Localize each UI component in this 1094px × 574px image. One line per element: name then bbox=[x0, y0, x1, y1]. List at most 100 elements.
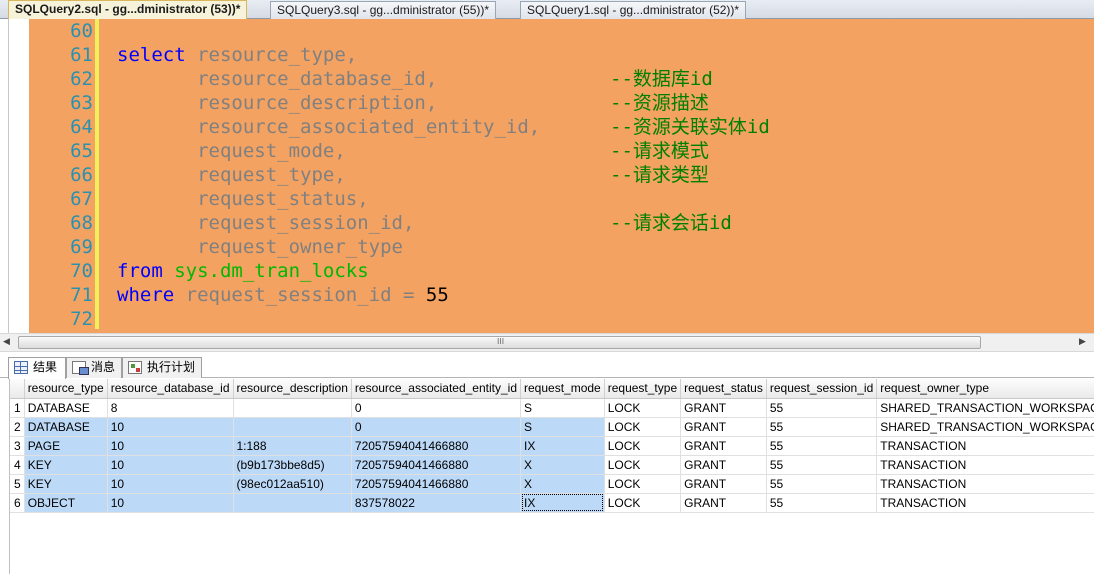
table-row[interactable]: 5 KEY 10 (98ec012aa510) 72057594041466880 X LO… bbox=[10, 474, 1094, 494]
table-cell[interactable]: 55 bbox=[766, 417, 878, 437]
table-row[interactable]: 4 KEY 10 (b9b173bbe8d5) 72057594041466880 X LO… bbox=[10, 455, 1094, 475]
table-cell[interactable]: 55 bbox=[766, 474, 878, 494]
table-cell[interactable]: 10 bbox=[107, 493, 234, 513]
code-line[interactable]: 64 resource_associated_entity_id, --资源关联实… bbox=[0, 115, 1094, 139]
code-line[interactable]: 68 request_session_id, --请求会话id bbox=[0, 211, 1094, 235]
table-cell[interactable]: IX bbox=[520, 436, 605, 456]
row-number[interactable]: 5 bbox=[10, 474, 25, 494]
table-cell[interactable]: TRANSACTION bbox=[876, 493, 1094, 513]
table-cell[interactable]: TRANSACTION bbox=[876, 455, 1094, 475]
table-cell[interactable]: GRANT bbox=[680, 436, 767, 456]
table-cell[interactable]: 55 bbox=[766, 436, 878, 456]
row-number[interactable]: 3 bbox=[10, 436, 25, 456]
table-row[interactable]: 1 DATABASE 8 0 S LOCK GRANT 55 SHARED_TRANSACTIO… bbox=[10, 398, 1094, 418]
table-cell[interactable]: 72057594041466880 bbox=[351, 436, 522, 456]
table-cell[interactable]: 10 bbox=[107, 474, 234, 494]
scroll-left-arrow-icon[interactable]: ◀ bbox=[3, 337, 10, 347]
query-editor[interactable]: 60 61 select resource_type, 62 resource_dat… bbox=[0, 19, 1094, 333]
table-cell[interactable] bbox=[233, 417, 352, 437]
table-cell[interactable]: X bbox=[520, 474, 605, 494]
code-text[interactable]: request_mode, bbox=[117, 139, 346, 163]
column-header[interactable]: resource_database_id bbox=[107, 379, 234, 399]
scroll-right-arrow-icon[interactable]: ▶ bbox=[1079, 337, 1086, 347]
code-text[interactable]: resource_associated_entity_id, bbox=[117, 115, 540, 139]
code-line[interactable]: 66 request_type, --请求类型 bbox=[0, 163, 1094, 187]
table-cell[interactable]: KEY bbox=[24, 455, 108, 475]
column-header[interactable]: request_type bbox=[604, 379, 682, 399]
code-line[interactable]: 61 select resource_type, bbox=[0, 43, 1094, 67]
table-cell[interactable]: 72057594041466880 bbox=[351, 474, 522, 494]
row-number[interactable]: 4 bbox=[10, 455, 25, 475]
table-cell[interactable]: LOCK bbox=[604, 474, 682, 494]
table-cell[interactable]: GRANT bbox=[680, 398, 767, 418]
code-line[interactable]: 65 request_mode, --请求模式 bbox=[0, 139, 1094, 163]
scrollbar-thumb[interactable]: III bbox=[18, 336, 981, 349]
table-cell[interactable] bbox=[233, 493, 352, 513]
code-text[interactable]: request_type, bbox=[117, 163, 346, 187]
table-cell[interactable]: KEY bbox=[24, 474, 108, 494]
table-cell[interactable]: TRANSACTION bbox=[876, 474, 1094, 494]
code-line[interactable]: 62 resource_database_id, --数据库id bbox=[0, 67, 1094, 91]
table-cell[interactable]: GRANT bbox=[680, 455, 767, 475]
code-text[interactable]: resource_description, bbox=[117, 91, 437, 115]
tab-sqlquery2[interactable]: SQLQuery2.sql - gg...dministrator (53))* bbox=[8, 0, 248, 19]
row-number[interactable]: 6 bbox=[10, 493, 25, 513]
table-cell[interactable]: X bbox=[520, 455, 605, 475]
code-text[interactable]: resource_database_id, bbox=[117, 67, 437, 91]
table-cell[interactable]: SHARED_TRANSACTION_WORKSPACE bbox=[876, 398, 1094, 418]
table-cell[interactable]: 0 bbox=[351, 417, 522, 437]
table-cell[interactable]: LOCK bbox=[604, 493, 682, 513]
code-line[interactable]: 69 request_owner_type bbox=[0, 235, 1094, 259]
table-cell[interactable]: LOCK bbox=[604, 455, 682, 475]
results-table[interactable]: resource_type resource_database_id resourc… bbox=[10, 379, 1094, 513]
table-cell[interactable]: SHARED_TRANSACTION_WORKSPACE bbox=[876, 417, 1094, 437]
table-cell[interactable]: LOCK bbox=[604, 398, 682, 418]
table-cell[interactable]: LOCK bbox=[604, 417, 682, 437]
table-cell[interactable]: S bbox=[520, 417, 605, 437]
code-line[interactable]: 70 from sys.dm_tran_locks bbox=[0, 259, 1094, 283]
code-line[interactable]: 67 request_status, bbox=[0, 187, 1094, 211]
code-line[interactable]: 60 bbox=[0, 19, 1094, 43]
table-cell[interactable]: S bbox=[520, 398, 605, 418]
tab-sqlquery1[interactable]: SQLQuery1.sql - gg...dministrator (52))* bbox=[520, 1, 747, 19]
row-number[interactable]: 1 bbox=[10, 398, 25, 418]
column-header[interactable]: resource_type bbox=[24, 379, 108, 399]
tab-sqlquery3[interactable]: SQLQuery3.sql - gg...dministrator (55))* bbox=[270, 1, 497, 19]
code-text[interactable]: where request_session_id = 55 bbox=[117, 283, 449, 307]
code-text[interactable]: request_session_id, bbox=[117, 211, 414, 235]
table-cell[interactable]: OBJECT bbox=[24, 493, 108, 513]
tab-messages[interactable]: 消息 bbox=[66, 357, 122, 378]
table-cell[interactable]: 8 bbox=[107, 398, 234, 418]
table-row[interactable]: 2 DATABASE 10 0 S LOCK GRANT 55 SHARED_TRANSACTI… bbox=[10, 417, 1094, 437]
table-cell[interactable]: PAGE bbox=[24, 436, 108, 456]
table-cell[interactable]: 10 bbox=[107, 436, 234, 456]
column-header[interactable]: request_session_id bbox=[766, 379, 878, 399]
table-row[interactable]: 3 PAGE 10 1:188 72057594041466880 IX LOCK GRANT… bbox=[10, 436, 1094, 456]
table-cell[interactable]: 1:188 bbox=[233, 436, 352, 456]
table-cell[interactable]: 10 bbox=[107, 417, 234, 437]
table-cell[interactable]: LOCK bbox=[604, 436, 682, 456]
column-header[interactable]: request_mode bbox=[520, 379, 605, 399]
table-cell[interactable]: 10 bbox=[107, 455, 234, 475]
table-cell[interactable]: GRANT bbox=[680, 493, 767, 513]
grid-corner[interactable] bbox=[10, 379, 25, 399]
code-line[interactable]: 72 bbox=[0, 307, 1094, 331]
table-cell[interactable]: DATABASE bbox=[24, 417, 108, 437]
table-cell[interactable]: (b9b173bbe8d5) bbox=[233, 455, 352, 475]
code-text[interactable]: request_owner_type bbox=[117, 235, 403, 259]
table-cell[interactable] bbox=[233, 398, 352, 418]
table-cell[interactable]: TRANSACTION bbox=[876, 436, 1094, 456]
table-cell[interactable]: 72057594041466880 bbox=[351, 455, 522, 475]
column-header[interactable]: resource_description bbox=[233, 379, 352, 399]
table-cell[interactable]: 55 bbox=[766, 455, 878, 475]
table-cell[interactable]: IX bbox=[520, 493, 605, 513]
table-cell[interactable]: 0 bbox=[351, 398, 522, 418]
table-cell[interactable]: GRANT bbox=[680, 417, 767, 437]
tab-execution-plan[interactable]: 执行计划 bbox=[122, 357, 202, 378]
table-cell[interactable]: DATABASE bbox=[24, 398, 108, 418]
table-cell[interactable]: 837578022 bbox=[351, 493, 522, 513]
tab-results[interactable]: 结果 bbox=[8, 357, 66, 379]
code-line[interactable]: 63 resource_description, --资源描述 bbox=[0, 91, 1094, 115]
editor-horizontal-scrollbar[interactable]: ◀ III ▶ bbox=[0, 333, 1094, 352]
table-cell[interactable]: (98ec012aa510) bbox=[233, 474, 352, 494]
